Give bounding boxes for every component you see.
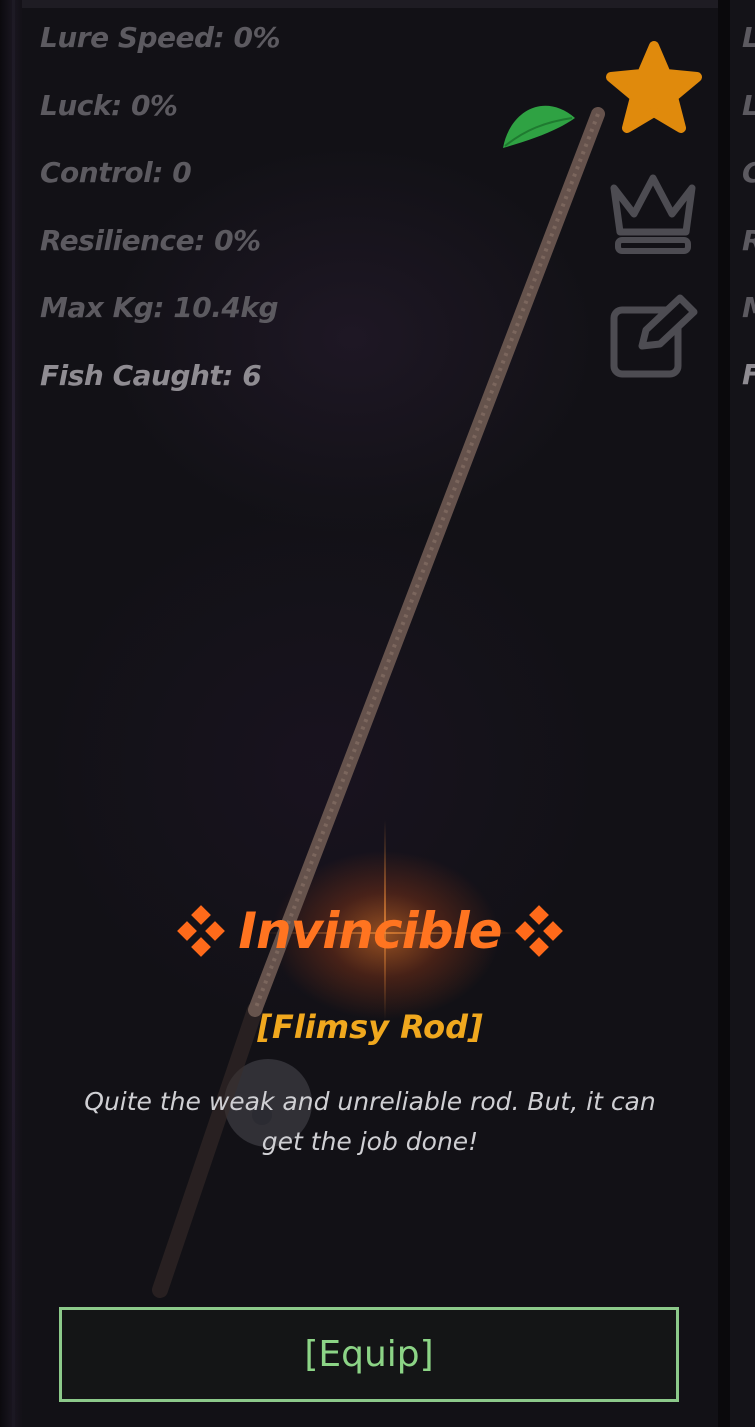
rarity-row: Invincible: [22, 895, 718, 975]
stat-control: Control: 0: [40, 156, 192, 189]
crown-icon[interactable]: [606, 170, 700, 258]
edit-icon[interactable]: [608, 292, 700, 382]
peek-stat-4: R: [742, 221, 755, 261]
star-icon[interactable]: [604, 40, 704, 136]
rod-stats: Lure Speed: 0% Luck: 0% Control: 0 Resil…: [40, 18, 281, 423]
peek-stat-3: C: [742, 153, 755, 193]
peek-stat-1: L: [742, 18, 755, 58]
stat-luck: Luck: 0%: [40, 88, 178, 122]
rarity-label-wrap: Invincible: [174, 895, 565, 967]
rarity-label: Invincible: [238, 902, 502, 960]
card-divider: [718, 0, 730, 1427]
peek-stat-2: L: [742, 86, 755, 126]
rod-description: Quite the weak and unreliable rod. But, …: [84, 1087, 656, 1156]
diamond-cluster-icon: [177, 905, 226, 957]
peek-stat-6: F: [742, 355, 755, 395]
equip-button[interactable]: [Equip]: [59, 1307, 679, 1402]
rod-inventory-screen: Lure Speed: 0% Luck: 0% Control: 0 Resil…: [0, 0, 755, 1427]
rod-name: [Flimsy Rod]: [257, 1008, 483, 1046]
next-rod-card-peek[interactable]: L L C R M F: [730, 0, 755, 1427]
stat-fish-caught: Fish Caught: 6: [40, 358, 262, 392]
stat-resilience: Resilience: 0%: [40, 223, 261, 257]
stat-lure-speed: Lure Speed: 0%: [40, 21, 281, 54]
diamond-cluster-icon: [514, 905, 563, 957]
stat-max-kg: Max Kg: 10.4kg: [40, 291, 279, 324]
peek-stat-5: M: [742, 288, 755, 328]
